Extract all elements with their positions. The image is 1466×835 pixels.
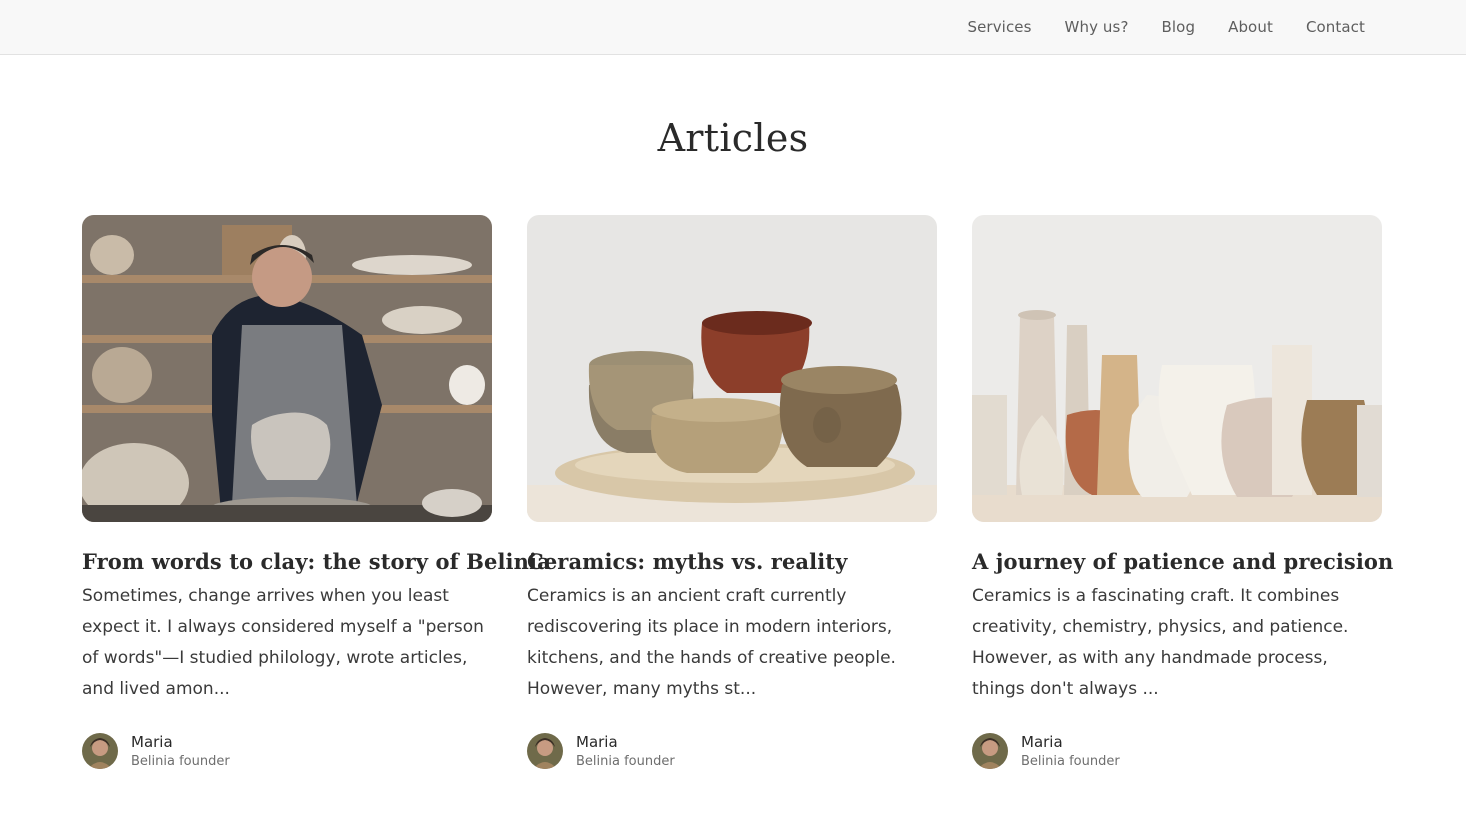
nav-about[interactable]: About — [1228, 18, 1273, 36]
author-block: Maria Belinia founder — [82, 733, 492, 773]
author-name: Maria — [1021, 733, 1063, 751]
author-role: Belinia founder — [1021, 754, 1120, 769]
author-block: Maria Belinia founder — [527, 733, 937, 773]
nav-services[interactable]: Services — [967, 18, 1031, 36]
article-title[interactable]: Ceramics: myths vs. reality — [527, 549, 937, 574]
article-title[interactable]: From words to clay: the story of Belinia — [82, 549, 551, 574]
nav-blog[interactable]: Blog — [1162, 18, 1196, 36]
potter-at-wheel-photo[interactable] — [82, 215, 492, 522]
article-card[interactable]: From words to clay: the story of Belinia… — [82, 215, 551, 775]
nav-contact[interactable]: Contact — [1306, 18, 1365, 36]
author-block: Maria Belinia founder — [972, 733, 1382, 773]
avatar — [82, 733, 118, 769]
avatar — [527, 733, 563, 769]
vase-collection-photo[interactable] — [972, 215, 1382, 522]
author-name: Maria — [131, 733, 173, 751]
stacked-bowls-photo[interactable] — [527, 215, 937, 522]
nav-why-us[interactable]: Why us? — [1065, 18, 1129, 36]
article-card[interactable]: A journey of patience and precision Cera… — [972, 215, 1393, 775]
article-title[interactable]: A journey of patience and precision — [972, 549, 1393, 574]
author-role: Belinia founder — [131, 754, 230, 769]
article-excerpt: Sometimes, change arrives when you least… — [82, 586, 484, 699]
author-role: Belinia founder — [576, 754, 675, 769]
top-navigation-bar: Services Why us? Blog About Contact — [0, 0, 1466, 55]
article-card[interactable]: Ceramics: myths vs. reality Ceramics is … — [527, 215, 937, 775]
avatar — [972, 733, 1008, 769]
author-name: Maria — [576, 733, 618, 751]
article-excerpt: Ceramics is a fascinating craft. It comb… — [972, 586, 1349, 699]
article-excerpt: Ceramics is an ancient craft currently r… — [527, 586, 896, 699]
main-nav: Services Why us? Blog About Contact — [967, 0, 1365, 54]
page-title: Articles — [657, 116, 809, 160]
